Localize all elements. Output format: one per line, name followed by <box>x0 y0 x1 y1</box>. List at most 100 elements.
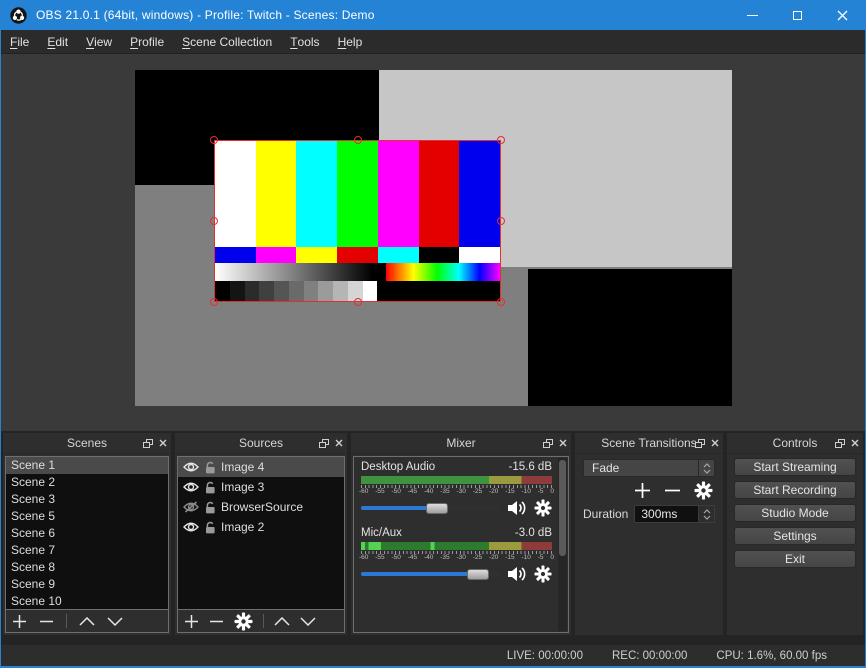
source-item[interactable]: Image 4 <box>178 457 344 477</box>
minimize-button[interactable] <box>730 0 775 30</box>
channel-level-db: -3.0 dB <box>515 527 552 541</box>
scenes-panel-titlebar: Scenes <box>3 433 171 454</box>
resize-handle-bottom[interactable] <box>354 298 362 306</box>
close-panel-icon[interactable] <box>159 439 167 447</box>
transition-select[interactable]: Fade <box>583 459 715 477</box>
settings-button[interactable]: Settings <box>734 527 856 545</box>
chevron-up-icon[interactable] <box>703 509 711 514</box>
start-recording-button[interactable]: Start Recording <box>734 481 856 499</box>
source-item[interactable]: BrowserSource <box>178 497 344 517</box>
lock-open-icon[interactable] <box>204 521 216 534</box>
float-dock-icon[interactable] <box>319 439 329 448</box>
mute-speaker-button[interactable] <box>507 500 527 516</box>
close-panel-icon[interactable] <box>559 439 567 447</box>
scene-item[interactable]: Scene 5 <box>6 508 168 525</box>
move-source-down-button[interactable] <box>300 617 316 626</box>
resize-handle-top[interactable] <box>354 136 362 144</box>
scene-item[interactable]: Scene 10 <box>6 593 168 609</box>
chevron-down-icon[interactable] <box>703 469 711 474</box>
controls-panel-titlebar: Controls <box>727 433 863 454</box>
volume-slider[interactable] <box>361 506 500 510</box>
resize-handle-bottomright[interactable] <box>497 298 505 306</box>
duration-spinbox[interactable]: 300ms <box>634 505 715 523</box>
mixer-panel-body: Desktop Audio -15.6 dB -60-55-50-45-40-3… <box>353 456 569 633</box>
mixer-scrollbar[interactable] <box>558 458 567 631</box>
remove-source-button[interactable] <box>209 614 224 629</box>
remove-scene-button[interactable] <box>39 614 54 629</box>
mixer-panel-title: Mixer <box>446 436 475 450</box>
scene-canvas[interactable] <box>135 70 732 406</box>
scene-item[interactable]: Scene 1 <box>6 457 168 474</box>
sources-list[interactable]: Image 4 Image 3 BrowserSource <box>178 457 344 609</box>
channel-settings-gear-button[interactable] <box>534 565 552 583</box>
sources-panel-body: Image 4 Image 3 BrowserSource <box>177 456 345 633</box>
float-dock-icon[interactable] <box>835 439 845 448</box>
lock-open-icon[interactable] <box>204 481 216 494</box>
selected-source-testpattern[interactable] <box>214 140 501 302</box>
float-dock-icon[interactable] <box>695 439 705 448</box>
menu-help[interactable]: Help <box>329 30 372 53</box>
volume-slider-handle[interactable] <box>467 569 489 580</box>
remove-transition-button[interactable] <box>664 482 681 499</box>
scene-item[interactable]: Scene 8 <box>6 559 168 576</box>
scene-item[interactable]: Scene 3 <box>6 491 168 508</box>
menu-view[interactable]: View <box>77 30 121 53</box>
mixer-scrollbar-thumb[interactable] <box>559 460 566 556</box>
scene-item[interactable]: Scene 9 <box>6 576 168 593</box>
close-panel-icon[interactable] <box>335 439 343 447</box>
studio-mode-button[interactable]: Studio Mode <box>734 504 856 522</box>
scene-item[interactable]: Scene 7 <box>6 542 168 559</box>
menu-profile[interactable]: Profile <box>121 30 173 53</box>
menu-tools[interactable]: Tools <box>281 30 328 53</box>
close-panel-icon[interactable] <box>851 439 859 447</box>
maximize-button[interactable] <box>775 0 820 30</box>
move-source-up-button[interactable] <box>274 617 290 626</box>
source-item[interactable]: Image 2 <box>178 517 344 537</box>
scene-item[interactable]: Scene 6 <box>6 525 168 542</box>
move-scene-down-button[interactable] <box>107 617 123 626</box>
exit-button[interactable]: Exit <box>734 550 856 568</box>
visibility-eye-icon[interactable] <box>183 521 199 533</box>
chevron-down-icon[interactable] <box>703 515 711 520</box>
source-item[interactable]: Image 3 <box>178 477 344 497</box>
float-dock-icon[interactable] <box>143 439 153 448</box>
add-source-button[interactable] <box>184 614 199 629</box>
add-scene-button[interactable] <box>12 614 27 629</box>
resize-handle-bottomleft[interactable] <box>210 298 218 306</box>
visibility-eye-off-icon[interactable] <box>183 501 199 513</box>
transition-properties-gear-button[interactable] <box>694 481 713 500</box>
close-button[interactable] <box>820 0 865 30</box>
resize-handle-right[interactable] <box>497 217 505 225</box>
start-streaming-button[interactable]: Start Streaming <box>734 458 856 476</box>
scenes-list[interactable]: Scene 1 Scene 2 Scene 3 Scene 5 Scene 6 … <box>6 457 168 609</box>
source-black-rect-bottomright[interactable] <box>528 269 732 406</box>
visibility-eye-icon[interactable] <box>183 461 199 473</box>
chevron-up-icon[interactable] <box>703 463 711 468</box>
toolbar-separator <box>66 614 67 628</box>
mixer-panel: Mixer Desktop Audio -15.6 dB -60- <box>351 433 571 635</box>
volume-slider-handle[interactable] <box>426 503 448 514</box>
add-transition-button[interactable] <box>634 482 651 499</box>
mixer-channel-mic-aux: Mic/Aux -3.0 dB -60-55-50-45-40-35-30-25… <box>361 527 552 582</box>
scenes-panel-title: Scenes <box>67 436 107 450</box>
lock-open-icon[interactable] <box>204 461 216 474</box>
scene-item[interactable]: Scene 2 <box>6 474 168 491</box>
move-scene-up-button[interactable] <box>79 617 95 626</box>
resize-handle-topright[interactable] <box>497 136 505 144</box>
preview-area[interactable] <box>1 54 865 431</box>
close-panel-icon[interactable] <box>711 439 719 447</box>
resize-handle-topleft[interactable] <box>210 136 218 144</box>
source-properties-gear-button[interactable] <box>234 612 253 631</box>
menu-edit[interactable]: Edit <box>38 30 77 53</box>
visibility-eye-icon[interactable] <box>183 481 199 493</box>
channel-level-db: -15.6 dB <box>509 461 552 475</box>
lock-open-icon[interactable] <box>204 501 216 514</box>
resize-handle-left[interactable] <box>210 217 218 225</box>
menu-scene-collection[interactable]: Scene Collection <box>173 30 281 53</box>
channel-settings-gear-button[interactable] <box>534 499 552 517</box>
menu-file[interactable]: File <box>1 30 38 53</box>
mute-speaker-button[interactable] <box>507 566 527 582</box>
source-item-label: Image 4 <box>221 460 264 474</box>
volume-slider[interactable] <box>361 572 500 576</box>
float-dock-icon[interactable] <box>543 439 553 448</box>
